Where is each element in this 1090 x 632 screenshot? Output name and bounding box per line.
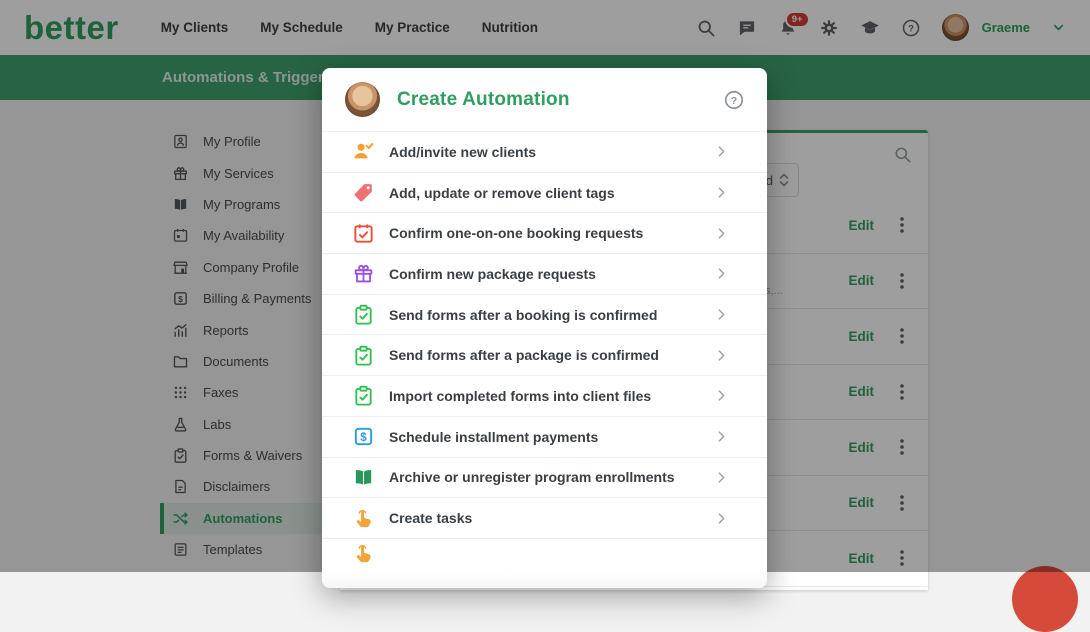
- chevron-right-icon: [714, 307, 729, 322]
- list-item-label: Send forms after a package is confirmed: [389, 347, 659, 363]
- list-item-label: Create tasks: [389, 510, 472, 526]
- clipboard-check-icon: [352, 384, 375, 407]
- hand-task-icon: [352, 507, 375, 530]
- list-item-label: Confirm one-on-one booking requests: [389, 225, 643, 241]
- list-item-program-enrollments[interactable]: Archive or unregister program enrollment…: [322, 458, 767, 499]
- list-item-partial[interactable]: [322, 539, 767, 569]
- add-fab-button[interactable]: [1012, 566, 1078, 632]
- list-item-label: Send forms after a booking is confirmed: [389, 307, 657, 323]
- create-automation-modal: Create Automation ? Add/invite new clien…: [322, 68, 767, 588]
- chevron-right-icon: [714, 348, 729, 363]
- list-item-confirm-booking-requests[interactable]: Confirm one-on-one booking requests: [322, 213, 767, 254]
- user-check-icon: [352, 140, 375, 163]
- list-item-label: Schedule installment payments: [389, 429, 598, 445]
- task-icon: [352, 542, 375, 565]
- calendar-check-icon: [352, 222, 375, 245]
- list-item-label: Import completed forms into client files: [389, 388, 651, 404]
- list-item-label: Archive or unregister program enrollment…: [389, 469, 675, 485]
- svg-text:?: ?: [731, 94, 737, 106]
- list-item-import-forms[interactable]: Import completed forms into client files: [322, 376, 767, 417]
- help-icon[interactable]: ?: [723, 89, 745, 111]
- book-icon: [352, 466, 375, 489]
- list-item-label: Confirm new package requests: [389, 266, 596, 282]
- clipboard-check-icon: [352, 344, 375, 367]
- list-item-installment-payments[interactable]: $ Schedule installment payments: [322, 417, 767, 458]
- modal-bottom-fade: [322, 572, 767, 588]
- automation-type-list: Add/invite new clients Add, update or re…: [322, 132, 767, 569]
- chevron-right-icon: [714, 144, 729, 159]
- gift-icon: [352, 262, 375, 285]
- tag-icon: [352, 181, 375, 204]
- list-item-confirm-package-requests[interactable]: Confirm new package requests: [322, 254, 767, 295]
- svg-text:$: $: [360, 432, 367, 444]
- dollar-square-icon: $: [352, 425, 375, 448]
- chevron-right-icon: [714, 266, 729, 281]
- chevron-right-icon: [714, 511, 729, 526]
- list-item-label: Add/invite new clients: [389, 144, 536, 160]
- list-item-send-forms-booking[interactable]: Send forms after a booking is confirmed: [322, 295, 767, 336]
- list-item-create-tasks[interactable]: Create tasks: [322, 498, 767, 539]
- chevron-right-icon: [714, 429, 729, 444]
- list-item-add-invite-clients[interactable]: Add/invite new clients: [322, 132, 767, 173]
- list-item-label: Add, update or remove client tags: [389, 185, 615, 201]
- chevron-right-icon: [714, 185, 729, 200]
- clipboard-check-icon: [352, 303, 375, 326]
- list-item-send-forms-package[interactable]: Send forms after a package is confirmed: [322, 335, 767, 376]
- avatar: [345, 82, 380, 117]
- modal-header: Create Automation ?: [322, 68, 767, 132]
- chevron-right-icon: [714, 470, 729, 485]
- chevron-right-icon: [714, 388, 729, 403]
- list-item-client-tags[interactable]: Add, update or remove client tags: [322, 173, 767, 214]
- modal-title: Create Automation: [397, 89, 570, 111]
- chevron-right-icon: [714, 226, 729, 241]
